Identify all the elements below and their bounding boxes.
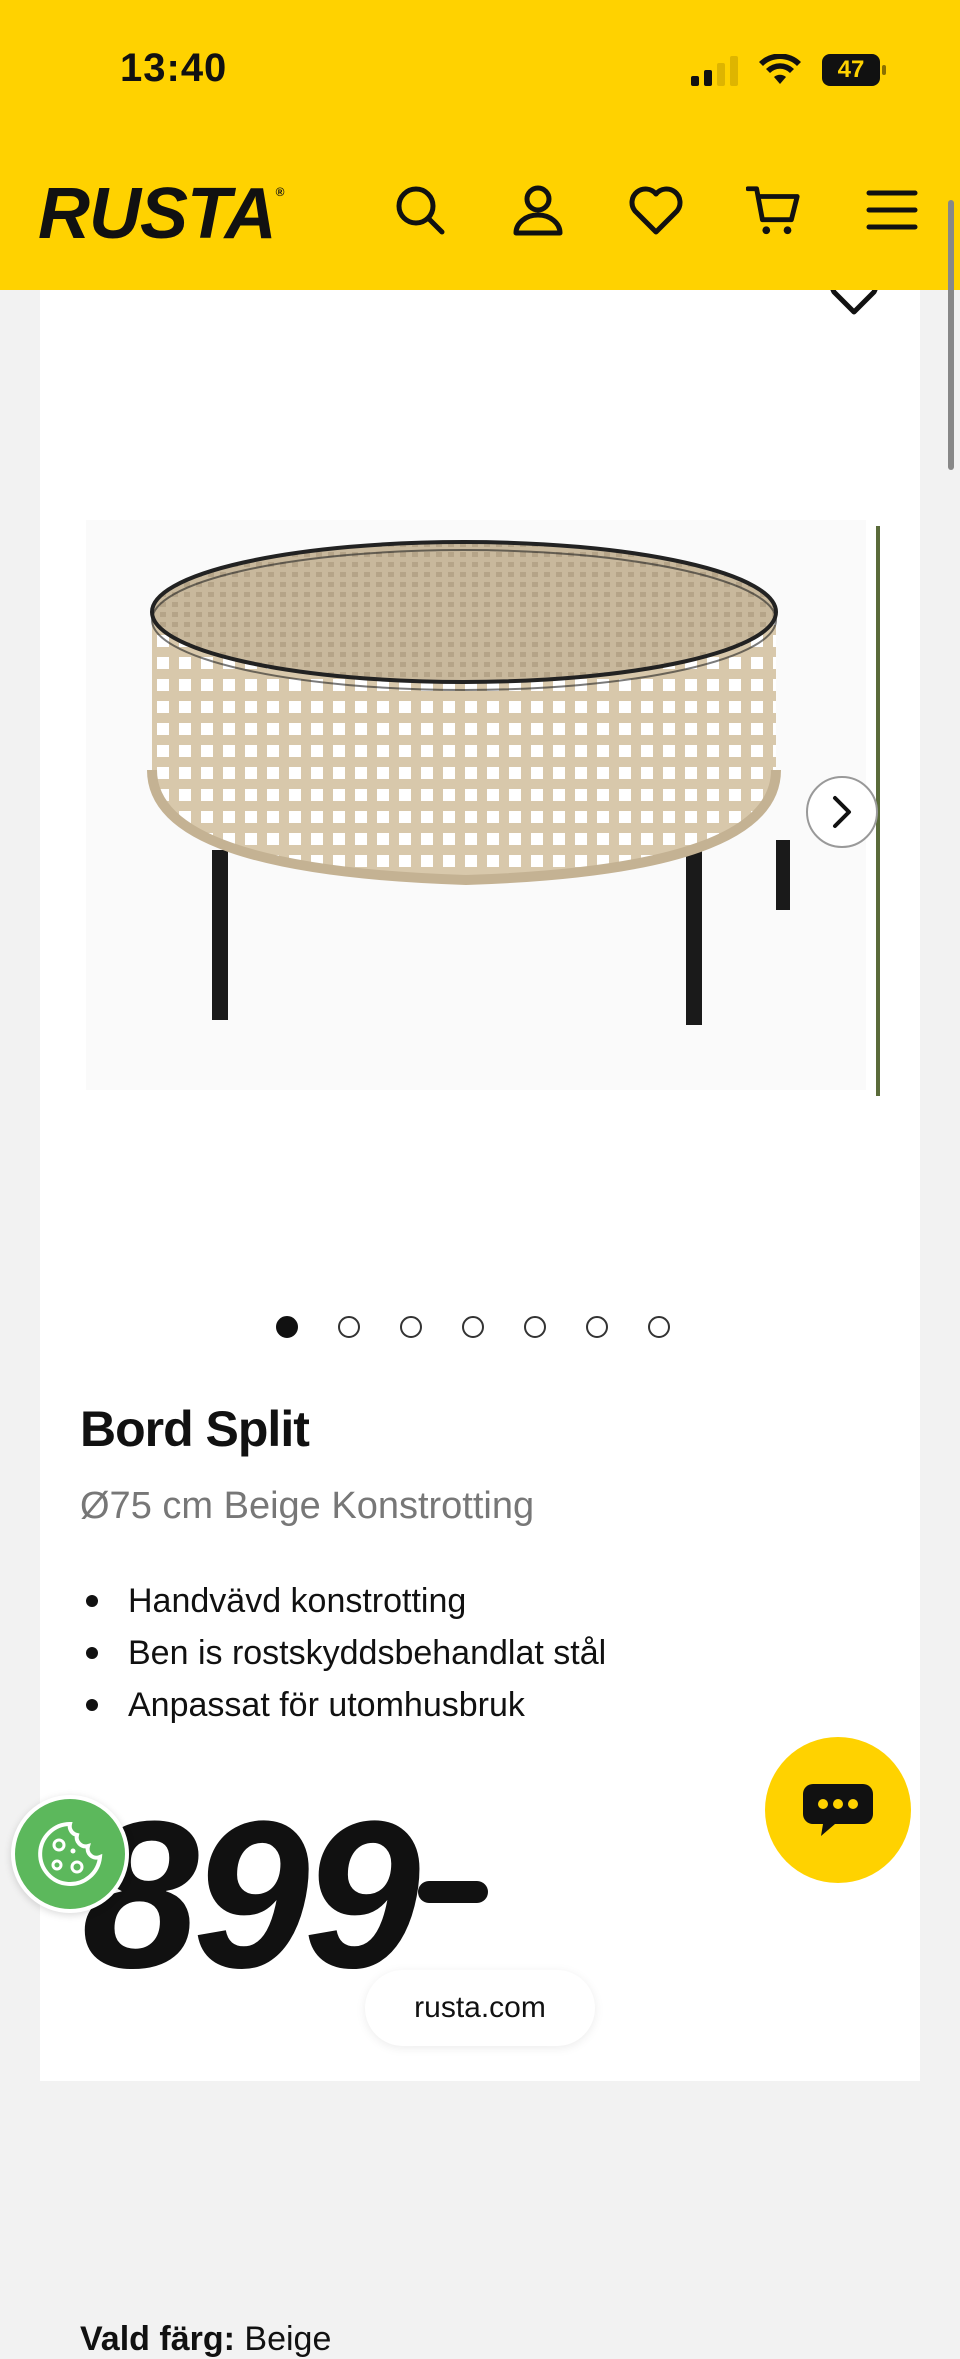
cookie-icon xyxy=(38,1821,103,1886)
menu-icon[interactable] xyxy=(864,182,920,238)
feature-item: Ben is rostskyddsbehandlat stål xyxy=(80,1627,606,1679)
battery-icon: 47 xyxy=(822,54,886,86)
browser-url-bar[interactable]: rusta.com xyxy=(365,1970,595,2046)
gallery-dot[interactable] xyxy=(462,1316,484,1338)
feature-item: Anpassat för utomhusbruk xyxy=(80,1679,606,1731)
rusta-logo[interactable]: RUSTA® xyxy=(38,178,284,250)
product-price: 899 xyxy=(82,1790,489,2000)
logo-text: RUSTA xyxy=(38,174,277,254)
product-subtitle: Ø75 cm Beige Konstrotting xyxy=(80,1485,535,1527)
account-icon[interactable] xyxy=(510,182,566,238)
product-image[interactable] xyxy=(86,520,866,1090)
page-scrollbar[interactable] xyxy=(948,200,954,470)
chat-bubble-icon xyxy=(803,1784,873,1836)
product-title: Bord Split xyxy=(80,1401,310,1457)
gallery-dot[interactable] xyxy=(648,1316,670,1338)
heart-icon[interactable] xyxy=(628,182,684,238)
cellular-signal-icon xyxy=(691,54,738,86)
battery-percent: 47 xyxy=(837,56,865,83)
next-image-button[interactable] xyxy=(806,776,878,848)
color-value: Beige xyxy=(244,2320,332,2358)
price-value: 899 xyxy=(82,1777,420,2012)
status-indicators: 47 xyxy=(691,50,886,90)
gallery-dot[interactable] xyxy=(524,1316,546,1338)
status-time: 13:40 xyxy=(120,46,228,90)
gallery-pagination xyxy=(276,1316,670,1338)
wifi-icon xyxy=(759,54,801,84)
gallery-dot[interactable] xyxy=(338,1316,360,1338)
price-dash xyxy=(418,1880,489,1903)
header-nav xyxy=(392,182,920,238)
chat-button[interactable] xyxy=(765,1737,911,1883)
gallery-dot[interactable] xyxy=(400,1316,422,1338)
search-icon[interactable] xyxy=(392,182,448,238)
site-header: 13:40 47 RUSTA® xyxy=(0,0,960,290)
gallery-dot[interactable] xyxy=(276,1316,298,1338)
gallery-dot[interactable] xyxy=(586,1316,608,1338)
product-features: Handvävd konstrotting Ben is rostskyddsb… xyxy=(80,1575,606,1731)
selected-color: Vald färg: Beige xyxy=(80,2320,331,2359)
cart-icon[interactable] xyxy=(746,182,802,238)
feature-item: Handvävd konstrotting xyxy=(80,1575,606,1627)
cookie-settings-button[interactable] xyxy=(11,1795,129,1913)
color-label: Vald färg: xyxy=(80,2320,235,2358)
chevron-right-icon xyxy=(833,796,851,828)
